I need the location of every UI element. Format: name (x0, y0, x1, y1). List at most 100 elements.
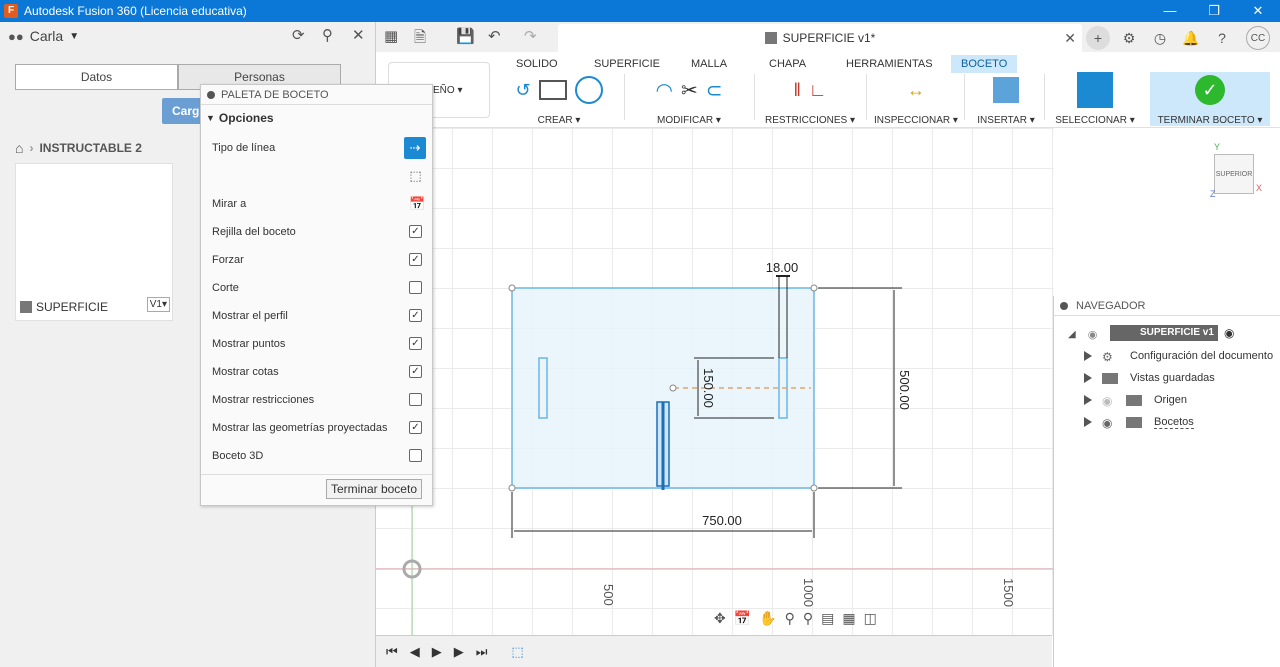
coincident-constraint-icon[interactable]: ‖ (793, 80, 800, 101)
timeline-start-icon[interactable]: ⏮ (386, 644, 398, 660)
show-dimensions-checkbox[interactable]: ✓ (409, 365, 422, 378)
active-radio-icon[interactable]: ◉ (1224, 326, 1234, 340)
job-status-icon[interactable]: ◷ (1148, 26, 1172, 50)
viewcube-face-label[interactable]: SUPERIOR (1216, 171, 1253, 178)
measure-tool-icon[interactable]: ↔ (907, 80, 925, 101)
select-tool-icon[interactable] (1077, 72, 1113, 108)
show-profile-checkbox[interactable]: ✓ (409, 309, 422, 322)
eye-icon[interactable]: ◉ (1088, 328, 1098, 341)
finish-sketch-menu[interactable]: TERMINAR BOCETO ▾ (1150, 115, 1270, 126)
tab-malla[interactable]: MALLA (681, 55, 737, 73)
navigator-item[interactable]: ◉ Origen (1084, 390, 1187, 410)
snap-checkbox[interactable]: ✓ (409, 253, 422, 266)
tab-herramientas[interactable]: HERRAMIENTAS (836, 55, 943, 73)
version-dropdown[interactable]: V1▾ (146, 297, 170, 312)
expand-icon[interactable] (1084, 417, 1092, 427)
timeline-sketch-icon[interactable]: ⬚ (511, 644, 523, 660)
insert-image-icon[interactable] (993, 77, 1019, 103)
home-icon[interactable]: ⌂ (15, 140, 23, 156)
extensions-icon[interactable]: ⚙ (1117, 26, 1141, 50)
expand-icon[interactable] (1084, 351, 1092, 361)
search-icon[interactable]: ⚲ (322, 26, 333, 44)
collapse-navigator-icon[interactable] (1060, 301, 1068, 310)
options-section[interactable]: ▼ Opciones (201, 105, 432, 131)
document-tab[interactable]: SUPERFICIE v1* ✕ (558, 24, 1082, 52)
save-icon[interactable]: 💾 (456, 27, 475, 45)
navigator-header[interactable]: NAVEGADOR (1054, 296, 1280, 316)
insert-menu[interactable]: INSERTAR ▾ (970, 115, 1042, 126)
tab-superficie[interactable]: SUPERFICIE (584, 55, 670, 73)
finish-sketch-button[interactable]: Terminar boceto (325, 479, 422, 499)
inspect-menu[interactable]: INSPECCIONAR ▾ (870, 115, 962, 126)
expand-icon[interactable] (1084, 373, 1092, 383)
tab-boceto[interactable]: BOCETO (951, 55, 1018, 73)
create-menu[interactable]: CREAR ▾ (500, 115, 618, 126)
finish-sketch-check-icon[interactable]: ✓ (1195, 75, 1225, 105)
grid-menu-icon[interactable]: ▦ (384, 27, 398, 45)
timeline-play-icon[interactable]: ▶ (432, 644, 442, 660)
undo-icon[interactable]: ↶ (488, 27, 501, 45)
help-icon[interactable]: ? (1210, 26, 1234, 50)
chevron-down-icon[interactable]: ▼ (69, 31, 79, 42)
orbit-icon[interactable]: ✥ (714, 610, 726, 627)
breadcrumb-project[interactable]: INSTRUCTABLE 2 (39, 141, 141, 155)
close-tab-icon[interactable]: ✕ (1064, 30, 1076, 47)
fit-icon[interactable]: ⚲ (803, 610, 813, 627)
trim-tool-icon[interactable]: ✂ (681, 78, 698, 103)
look-at-icon[interactable]: 📅 (409, 197, 425, 210)
design-card[interactable]: SUPERFICIE V1▾ (15, 163, 173, 321)
close-button[interactable]: ✕ (1236, 0, 1280, 22)
timeline-end-icon[interactable]: ⏭ (476, 644, 488, 660)
sketch-svg[interactable]: 750.00 500.00 18.00 150.00 500 1000 1500 (376, 128, 1054, 635)
expand-icon[interactable] (1084, 395, 1092, 405)
notifications-icon[interactable]: 🔔 (1179, 26, 1203, 50)
display-settings-icon[interactable]: ▤ (821, 610, 834, 627)
show-constraints-checkbox[interactable] (409, 393, 422, 406)
grid-settings-icon[interactable]: ▦ (842, 610, 855, 627)
construction-line-icon[interactable]: ⇢ (404, 137, 426, 159)
maximize-button[interactable]: ❐ (1192, 0, 1236, 22)
constraints-menu[interactable]: RESTRICCIONES ▾ (760, 115, 860, 126)
triangle-corner-icon[interactable]: ◢ (1068, 329, 1076, 340)
tab-solido[interactable]: SOLIDO (506, 55, 568, 73)
fillet-tool-icon[interactable]: ◠ (656, 78, 673, 103)
pan-icon[interactable]: ✋ (759, 610, 776, 627)
modify-menu[interactable]: MODIFICAR ▾ (630, 115, 748, 126)
offset-tool-icon[interactable]: ⊂ (706, 78, 723, 103)
viewports-icon[interactable]: ◫ (864, 610, 877, 627)
refresh-icon[interactable]: ⟳ (292, 26, 305, 44)
avatar[interactable]: CC (1246, 26, 1270, 50)
sketch-palette-header[interactable]: PALETA DE BOCETO (201, 85, 432, 105)
timeline-next-icon[interactable]: ▶ (454, 644, 464, 660)
user-selector[interactable]: Carla (30, 28, 63, 44)
circle-tool-icon[interactable] (574, 76, 603, 104)
sketch-grid-checkbox[interactable]: ✓ (409, 225, 422, 238)
show-points-checkbox[interactable]: ✓ (409, 337, 422, 350)
new-tab-icon[interactable]: + (1086, 26, 1110, 50)
3d-sketch-checkbox[interactable] (409, 449, 422, 462)
close-icon[interactable]: ✕ (352, 26, 365, 44)
rectangle-tool-icon[interactable] (538, 80, 567, 100)
eye-hidden-icon[interactable]: ◉ (1102, 394, 1118, 408)
collapse-palette-icon[interactable] (207, 90, 215, 99)
zoom-icon[interactable]: ⚲ (785, 610, 795, 627)
select-menu[interactable]: SELECCIONAR ▾ (1048, 115, 1142, 126)
look-at-icon[interactable]: 📅 (734, 610, 751, 627)
viewcube[interactable]: SUPERIOR (1214, 154, 1254, 194)
navigator-item[interactable]: Vistas guardadas (1084, 368, 1215, 388)
show-projected-checkbox[interactable]: ✓ (409, 421, 422, 434)
viewport-canvas[interactable]: 750.00 500.00 18.00 150.00 500 1000 1500 (376, 128, 1054, 635)
slice-checkbox[interactable] (409, 281, 422, 294)
centerline-icon[interactable]: ⬚ (409, 169, 422, 182)
redo-icon[interactable]: ↷ (524, 27, 537, 45)
file-menu-icon[interactable]: 🗎 (414, 27, 426, 52)
minimize-button[interactable]: — (1148, 0, 1192, 22)
navigator-item[interactable]: ◉ Bocetos (1084, 412, 1194, 432)
tab-datos[interactable]: Datos (15, 64, 178, 90)
timeline-prev-icon[interactable]: ◀ (410, 644, 420, 660)
line-tool-icon[interactable]: ↺ (515, 80, 530, 101)
navigator-root-label[interactable]: SUPERFICIE v1 (1110, 325, 1218, 341)
navigator-root-row[interactable]: ◢ ◉ (1068, 324, 1097, 344)
eye-icon[interactable]: ◉ (1102, 416, 1118, 430)
tab-chapa[interactable]: CHAPA (759, 55, 816, 73)
